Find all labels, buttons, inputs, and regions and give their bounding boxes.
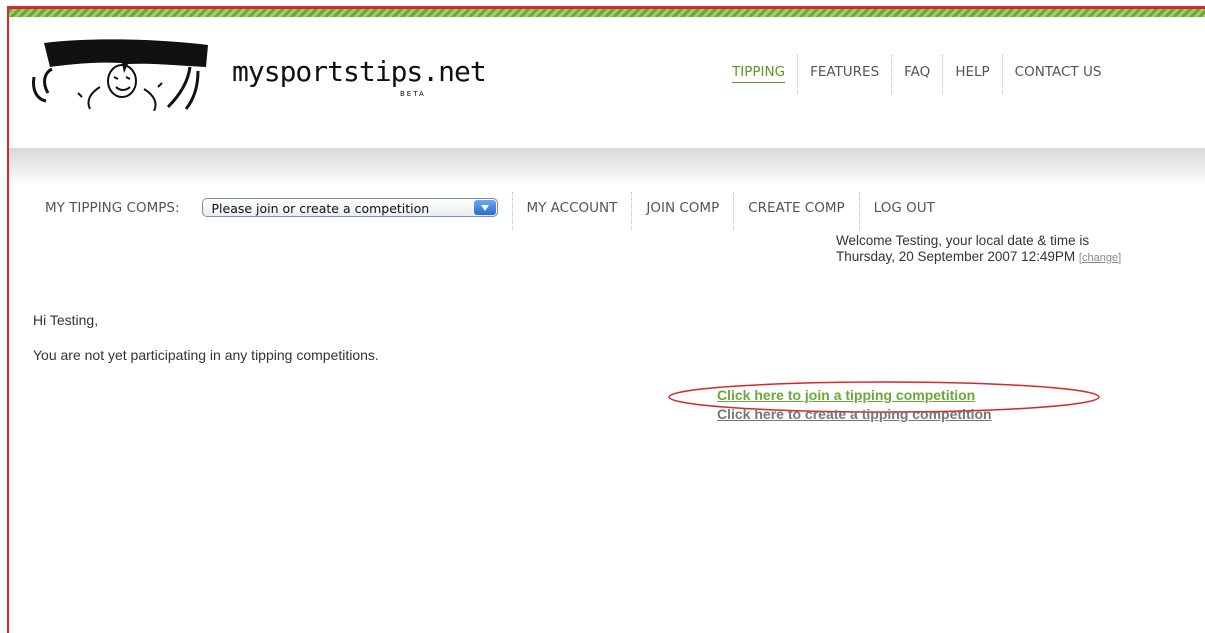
join-competition-link[interactable]: Click here to join a tipping competition bbox=[717, 387, 975, 403]
top-navigation: TIPPING FEATURES FAQ HELP CONTACT US bbox=[720, 55, 1113, 97]
frame-left-border bbox=[7, 6, 9, 633]
welcome-message: Welcome Testing, your local date & time … bbox=[836, 233, 1121, 266]
nav-tipping[interactable]: TIPPING bbox=[720, 55, 799, 94]
competition-select[interactable]: Please join or create a competition bbox=[201, 198, 498, 217]
nav-create-comp[interactable]: CREATE COMP bbox=[733, 192, 858, 230]
greeting: Hi Testing, bbox=[33, 312, 99, 328]
welcome-datetime: Thursday, 20 September 2007 12:49PM bbox=[836, 249, 1076, 264]
nav-join-comp[interactable]: JOIN COMP bbox=[631, 192, 733, 230]
sub-navigation: MY TIPPING COMPS: Please join or create … bbox=[45, 192, 949, 230]
welcome-line-2: Thursday, 20 September 2007 12:49PM [cha… bbox=[836, 249, 1121, 266]
competition-select-value: Please join or create a competition bbox=[211, 201, 430, 216]
nav-tipping-label: TIPPING bbox=[732, 64, 786, 83]
nav-faq-label: FAQ bbox=[904, 64, 931, 80]
header-gradient-band bbox=[9, 148, 1205, 186]
status-message: You are not yet participating in any tip… bbox=[33, 347, 379, 363]
change-link-label: change bbox=[1081, 252, 1119, 264]
change-link[interactable]: [change] bbox=[1079, 252, 1121, 264]
header-stripe bbox=[9, 9, 1205, 17]
create-competition-link[interactable]: Click here to create a tipping competiti… bbox=[717, 406, 992, 422]
nav-help[interactable]: HELP bbox=[943, 55, 1003, 94]
welcome-line-1: Welcome Testing, your local date & time … bbox=[836, 233, 1090, 248]
nav-features-label: FEATURES bbox=[810, 64, 880, 80]
nav-my-account[interactable]: MY ACCOUNT bbox=[511, 192, 632, 230]
beta-label: BETA bbox=[400, 90, 426, 98]
brand-name[interactable]: mysportstips.net bbox=[232, 55, 487, 88]
nav-log-out[interactable]: LOG OUT bbox=[858, 192, 949, 230]
change-bracket-close: ] bbox=[1118, 252, 1122, 264]
my-tipping-comps-label: MY TIPPING COMPS: bbox=[45, 200, 180, 216]
nav-features[interactable]: FEATURES bbox=[798, 55, 893, 94]
chevron-down-icon[interactable] bbox=[473, 200, 496, 215]
nav-contact-us[interactable]: CONTACT US bbox=[1003, 55, 1114, 94]
logo-icon[interactable] bbox=[30, 37, 212, 111]
nav-faq[interactable]: FAQ bbox=[892, 55, 944, 94]
nav-help-label: HELP bbox=[955, 64, 990, 80]
nav-contact-us-label: CONTACT US bbox=[1014, 64, 1102, 80]
